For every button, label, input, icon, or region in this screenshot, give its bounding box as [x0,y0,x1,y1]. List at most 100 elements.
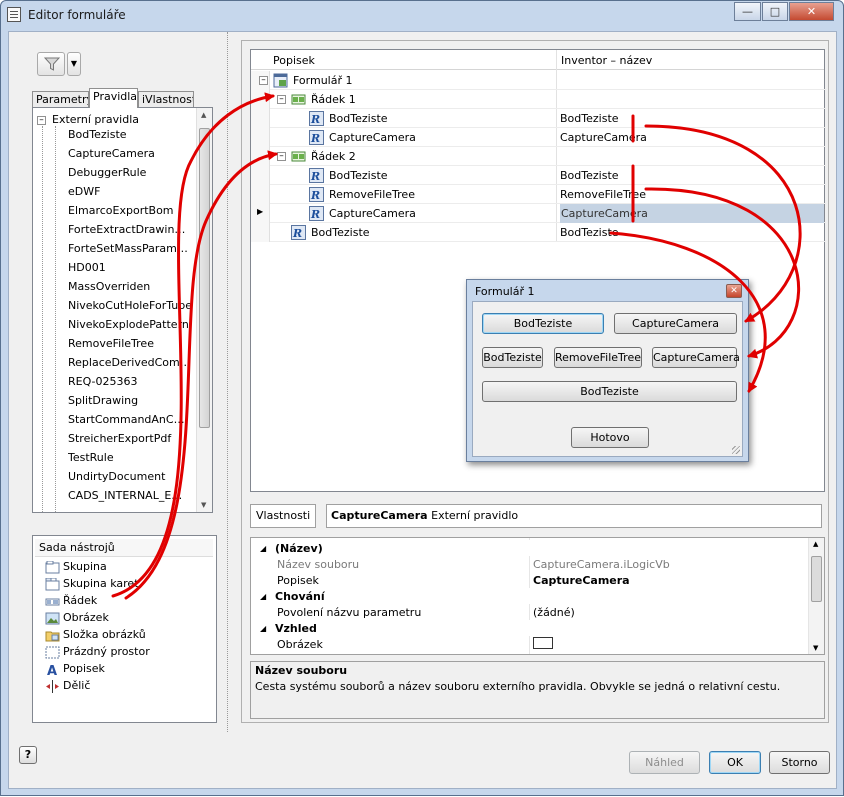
row-inventor-name[interactable]: CaptureCamera [560,204,824,223]
scroll-down-icon[interactable]: ▼ [813,644,818,652]
row-inventor-name[interactable]: RemoveFileTree [560,188,646,201]
grid-row[interactable]: R BodTeziste BodTeziste [251,223,826,242]
rule-item[interactable]: StartCommandAnC… [68,413,203,432]
row-selector[interactable] [251,166,270,185]
grid-row[interactable]: R CaptureCamera CaptureCamera [251,128,826,147]
category-look[interactable]: ◢ Vzhled [251,620,809,636]
property-grid-scrollbar[interactable]: ▲ ▼ [808,538,824,654]
row-label[interactable]: BodTeziste [329,169,388,182]
rule-item[interactable]: StreicherExportPdf [68,432,203,451]
title-bar[interactable]: Editor formuláře — □ ✕ [1,1,843,29]
row-inventor-name[interactable]: CaptureCamera [560,131,647,144]
rule-item[interactable]: UndirtyDocument [68,470,203,489]
row-label[interactable]: RemoveFileTree [329,188,415,201]
tab-pravidla[interactable]: Pravidla [89,88,138,108]
rule-item[interactable]: REQ-025363 [68,375,203,394]
category-behavior[interactable]: ◢ Chování [251,588,809,604]
row-selector[interactable] [251,109,270,128]
row-selector[interactable] [251,147,270,166]
rule-item[interactable]: NivekoCutHoleForTube [68,299,203,318]
row-label[interactable]: BodTeziste [329,112,388,125]
help-button[interactable]: ? [19,746,37,764]
property-row-image[interactable]: Obrázek [251,636,809,652]
tree-root-external-rules[interactable]: – Externí pravidla [37,113,139,126]
rule-item[interactable]: ReplaceDerivedCom… [68,356,203,375]
grid-row[interactable]: – Řádek 2 [251,147,826,166]
tab-parametry[interactable]: Parametry [32,91,89,107]
tab-ivlastnosti[interactable]: iVlastnosti [138,91,194,107]
selected-object-field[interactable]: CaptureCamera Externí pravidlo [326,504,822,528]
row-selector[interactable] [251,90,270,109]
scroll-down-icon[interactable]: ▼ [201,501,206,509]
toolbox-item[interactable]: Skupina [45,560,107,577]
preview-btn-bodteziste[interactable]: BodTeziste [482,313,604,334]
grid-row[interactable]: R RemoveFileTree RemoveFileTree [251,185,826,204]
preview-done-button[interactable]: Hotovo [571,427,649,448]
toolbox-item[interactable]: A Popisek [47,662,105,679]
scroll-up-icon[interactable]: ▲ [201,111,206,119]
preview-btn-capturecamera[interactable]: CaptureCamera [652,347,740,368]
preview-button[interactable]: Náhled [629,751,700,774]
cancel-button[interactable]: Storno [769,751,830,774]
collapse-icon[interactable]: – [277,152,286,161]
rule-item[interactable]: DebuggerRule [68,166,203,185]
preview-close-button[interactable]: ✕ [726,284,742,298]
toolbox-item[interactable]: Řádek [45,594,97,611]
rule-item[interactable]: TestRule [68,451,203,470]
preview-btn-capturecamera[interactable]: CaptureCamera [614,313,737,334]
category-name[interactable]: ◢ (Název) [251,540,809,556]
row-selector[interactable] [251,128,270,147]
collapse-triangle-icon[interactable]: ◢ [260,544,266,553]
rule-item[interactable]: eDWF [68,185,203,204]
rule-item[interactable]: ForteSetMassParam… [68,242,203,261]
collapse-icon[interactable]: – [277,95,286,104]
rule-item[interactable]: MassOverriden [68,280,203,299]
grid-row[interactable]: – Formulář 1 [251,71,826,90]
filter-dropdown-button[interactable]: ▼ [67,52,81,76]
toolbox-item[interactable]: Prázdný prostor [45,645,150,662]
rule-item[interactable]: ForteExtractDrawin… [68,223,203,242]
resize-grip-icon[interactable] [732,446,740,454]
image-swatch[interactable] [533,637,553,649]
rule-item[interactable]: SplitDrawing [68,394,203,413]
row-label[interactable]: Řádek 1 [311,93,356,106]
row-label[interactable]: BodTeziste [311,226,370,239]
toolbox-item[interactable]: Dělič [46,679,90,696]
column-header-popisek[interactable]: Popisek [273,54,315,67]
row-label[interactable]: CaptureCamera [329,207,416,220]
collapse-icon[interactable]: – [37,115,46,125]
property-row-caption[interactable]: Popisek CaptureCamera [251,572,809,588]
panel-splitter[interactable] [227,32,237,732]
rule-item[interactable]: RemoveFileTree [68,337,203,356]
grid-row[interactable]: R BodTeziste BodTeziste [251,166,826,185]
property-row-enable[interactable]: Povolení názvu parametru (žádné) [251,604,809,620]
grid-row[interactable]: ▶ R CaptureCamera CaptureCamera [251,204,826,223]
filter-button[interactable] [37,52,65,76]
rule-item[interactable]: CaptureCamera [68,147,203,166]
toolbox-item[interactable]: Skupina karet [45,577,139,594]
close-button[interactable]: ✕ [789,2,834,21]
rule-item[interactable]: ElmarcoExportBom [68,204,203,223]
collapse-triangle-icon[interactable]: ◢ [260,592,266,601]
row-inventor-name[interactable]: BodTeziste [560,169,619,182]
grid-row[interactable]: R BodTeziste BodTeziste [251,109,826,128]
minimize-button[interactable]: — [734,2,761,21]
preview-btn-removefiletree[interactable]: RemoveFileTree [554,347,642,368]
scroll-up-icon[interactable]: ▲ [813,540,818,548]
preview-btn-bodteziste[interactable]: BodTeziste [482,347,543,368]
column-header-inventor-name[interactable]: Inventor – název [561,54,652,67]
grid-row[interactable]: – Řádek 1 [251,90,826,109]
rule-item[interactable]: BodTeziste [68,128,203,147]
property-grid[interactable]: ◢ (Název) Název souboru CaptureCamera.iLog… [250,537,825,655]
collapse-triangle-icon[interactable]: ◢ [260,624,266,633]
rule-item[interactable]: HD001 [68,261,203,280]
row-selector[interactable] [251,223,270,242]
row-inventor-name[interactable]: BodTeziste [560,112,619,125]
row-label[interactable]: Formulář 1 [293,74,353,87]
preview-btn-bodteziste-wide[interactable]: BodTeziste [482,381,737,402]
row-inventor-name[interactable]: BodTeziste [560,226,619,239]
rule-tree-scrollbar[interactable]: ▲ ▼ [196,108,212,512]
rule-item[interactable]: CADS_INTERNAL_E… [68,489,203,508]
row-selector[interactable] [251,185,270,204]
toolbox-item[interactable]: Obrázek [45,611,109,628]
